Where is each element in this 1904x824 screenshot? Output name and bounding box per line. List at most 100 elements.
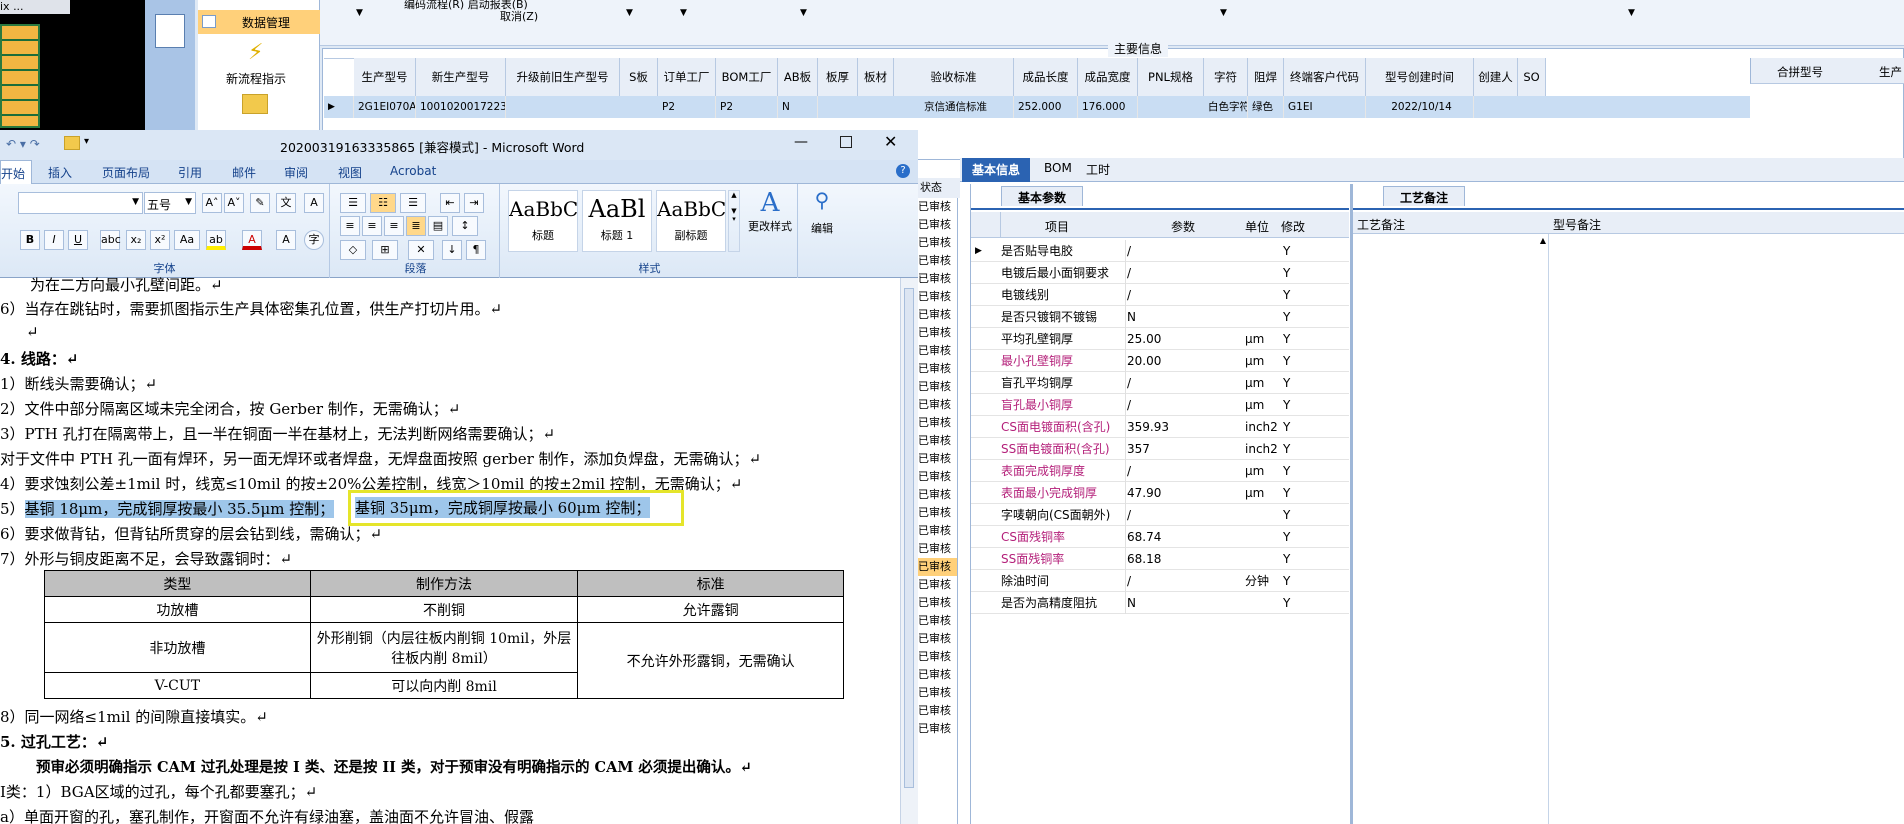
italic-icon[interactable]: I <box>44 230 64 250</box>
col-header[interactable]: 字符 <box>1204 58 1248 97</box>
scroll-thumb[interactable] <box>904 288 914 788</box>
dropdown-arrow-icon[interactable]: ▼ <box>680 8 687 18</box>
param-row[interactable]: 除油时间 / 分钟 Y <box>971 570 1349 592</box>
tab-review[interactable]: 审阅 <box>284 164 308 181</box>
style-title[interactable]: AaBbC 标题 <box>508 190 578 252</box>
tab-work-hours[interactable]: 工时 <box>1086 161 1110 178</box>
enclose-char-icon[interactable]: 字 <box>304 230 324 250</box>
grid-cell[interactable]: 白色字符 <box>1204 96 1248 118</box>
bold-icon[interactable]: B <box>20 230 40 250</box>
shading-icon[interactable]: ◇ <box>340 240 366 260</box>
param-row[interactable]: 最小孔壁铜厚 20.00 μm Y <box>971 350 1349 372</box>
edit-button[interactable]: ⚲ 编辑 <box>802 188 842 272</box>
param-row[interactable]: 盲孔平均铜厚 / μm Y <box>971 372 1349 394</box>
param-value[interactable]: 20.00 <box>1127 350 1245 372</box>
param-row[interactable]: 电镀线别 / Y <box>971 284 1349 306</box>
col-header[interactable]: BOM工厂 <box>716 58 778 97</box>
maximize-icon[interactable] <box>840 136 852 148</box>
tab-insert[interactable]: 插入 <box>48 164 72 181</box>
dropdown-arrow-icon[interactable]: ▼ <box>356 8 363 18</box>
underline-icon[interactable]: U <box>68 230 88 250</box>
splitter[interactable] <box>1350 184 1352 824</box>
grid-cell[interactable]: P2 <box>658 96 716 118</box>
param-value[interactable]: / <box>1127 284 1245 306</box>
grid-cell[interactable]: 京信通信标准 <box>894 96 1014 118</box>
dropdown-arrow-icon[interactable]: ▼ <box>626 8 633 18</box>
param-value[interactable]: / <box>1127 460 1245 482</box>
grid-row[interactable]: ▶ 2G1EI070A0 10010200172232 P2 P2 N 京信通信… <box>324 96 1750 118</box>
grid-cell[interactable]: P2 <box>716 96 778 118</box>
param-row[interactable]: ▶ 是否贴导电胶 / Y <box>971 240 1349 262</box>
param-value[interactable]: / <box>1127 394 1245 416</box>
param-row[interactable]: 表面最小完成铜厚 47.90 μm Y <box>971 482 1349 504</box>
font-size-select[interactable]: 五号 ▼ <box>144 192 196 214</box>
param-value[interactable]: N <box>1127 592 1245 614</box>
col-header[interactable]: PNL规格 <box>1138 58 1204 97</box>
grid-cell[interactable]: 176.000 <box>1078 96 1138 118</box>
char-border-icon[interactable]: A <box>304 193 324 213</box>
param-row[interactable]: CS面电镀面积(含孔) 359.93 inch2 Y <box>971 416 1349 438</box>
sort-icon[interactable]: ↓ <box>442 240 462 260</box>
scroll-up-icon[interactable]: ▲ <box>1540 236 1546 245</box>
grid-cell[interactable]: 10010200172232 <box>416 96 506 118</box>
chevron-down-icon[interactable]: ▾ <box>84 136 89 147</box>
param-value[interactable]: / <box>1127 262 1245 284</box>
open-folder-icon[interactable] <box>64 136 80 150</box>
col-header[interactable]: 阻焊 <box>1248 58 1284 97</box>
app-icon[interactable] <box>155 14 185 48</box>
col-header[interactable]: 型号创建时间 <box>1366 58 1474 97</box>
col-header[interactable]: 创建人 <box>1474 58 1518 97</box>
col-header[interactable]: 工艺备注 <box>1357 216 1405 233</box>
col-header[interactable]: 验收标准 <box>894 58 1014 97</box>
col-header[interactable]: 新生产型号 <box>416 58 506 97</box>
styles-scroll[interactable]: ▲ ▼ ▾ <box>728 190 740 252</box>
nav-item-data-management[interactable]: 数据管理 <box>198 10 320 34</box>
font-color-icon[interactable]: A <box>242 230 262 250</box>
tab-page-layout[interactable]: 页面布局 <box>102 164 150 181</box>
grid-cell[interactable]: 绿色 <box>1248 96 1284 118</box>
tab-view[interactable]: 视图 <box>338 164 362 181</box>
param-value[interactable]: 68.74 <box>1127 526 1245 548</box>
col-header[interactable]: 板厚 <box>818 58 858 97</box>
param-row[interactable]: SS面残铜率 68.18 Y <box>971 548 1349 570</box>
col-header[interactable]: 板材 <box>858 58 894 97</box>
grid-cell[interactable]: 2022/10/14 <box>1366 96 1474 118</box>
col-header[interactable]: SO <box>1518 58 1546 97</box>
grow-font-icon[interactable]: A˄ <box>202 193 222 213</box>
selected-text[interactable]: 基铜 35μm，完成铜厚按最小 60μm 控制； <box>355 497 651 518</box>
param-row[interactable]: CS面残铜率 68.74 Y <box>971 526 1349 548</box>
strikethrough-icon[interactable]: abc <box>100 230 121 250</box>
param-value[interactable]: 25.00 <box>1127 328 1245 350</box>
col-header[interactable]: 修改 <box>1281 218 1305 235</box>
col-header[interactable]: 升级前旧生产型号 <box>506 58 620 97</box>
param-row[interactable]: SS面电镀面积(含孔) 357 inch2 Y <box>971 438 1349 460</box>
font-name-select[interactable]: ▼ <box>18 192 143 214</box>
char-shading-icon[interactable]: A <box>276 230 296 250</box>
change-styles-button[interactable]: A 更改样式 <box>744 188 796 258</box>
param-row[interactable]: 是否为高精度阻抗 N Y <box>971 592 1349 614</box>
col-header[interactable]: S板 <box>620 58 658 97</box>
param-value[interactable]: / <box>1127 504 1245 526</box>
quick-access-undo-icon[interactable]: ↶ ▾ ↷ <box>6 137 40 151</box>
show-marks-icon[interactable]: ¶ <box>466 240 486 260</box>
col-header[interactable]: 单位 <box>1245 218 1269 235</box>
param-value[interactable]: 359.93 <box>1127 416 1245 438</box>
phonetic-icon[interactable]: 文 <box>276 193 296 213</box>
align-right-icon[interactable]: ≡ <box>384 216 404 236</box>
bullets-icon[interactable]: ☰ <box>340 193 366 213</box>
col-header[interactable]: 生产 <box>1879 64 1902 80</box>
param-value[interactable]: 357 <box>1127 438 1245 460</box>
param-row[interactable]: 字唛朝向(CS面朝外) / Y <box>971 504 1349 526</box>
clear-format-icon[interactable]: ✎ <box>250 193 270 213</box>
decrease-indent-icon[interactable]: ⇤ <box>440 193 460 213</box>
shrink-font-icon[interactable]: A˅ <box>224 193 244 213</box>
col-header[interactable]: 订单工厂 <box>658 58 716 97</box>
superscript-icon[interactable]: x² <box>150 230 170 250</box>
param-row[interactable]: 是否只镀铜不镀锡 N Y <box>971 306 1349 328</box>
style-subtitle[interactable]: AaBbC 副标题 <box>656 190 726 252</box>
col-header[interactable]: 成品宽度 <box>1078 58 1138 97</box>
word-scrollbar[interactable] <box>900 278 918 824</box>
param-row[interactable]: 电镀后最小面铜要求 / Y <box>971 262 1349 284</box>
line-spacing-icon[interactable]: ↕ <box>452 216 478 236</box>
col-header[interactable]: 型号备注 <box>1553 216 1601 233</box>
